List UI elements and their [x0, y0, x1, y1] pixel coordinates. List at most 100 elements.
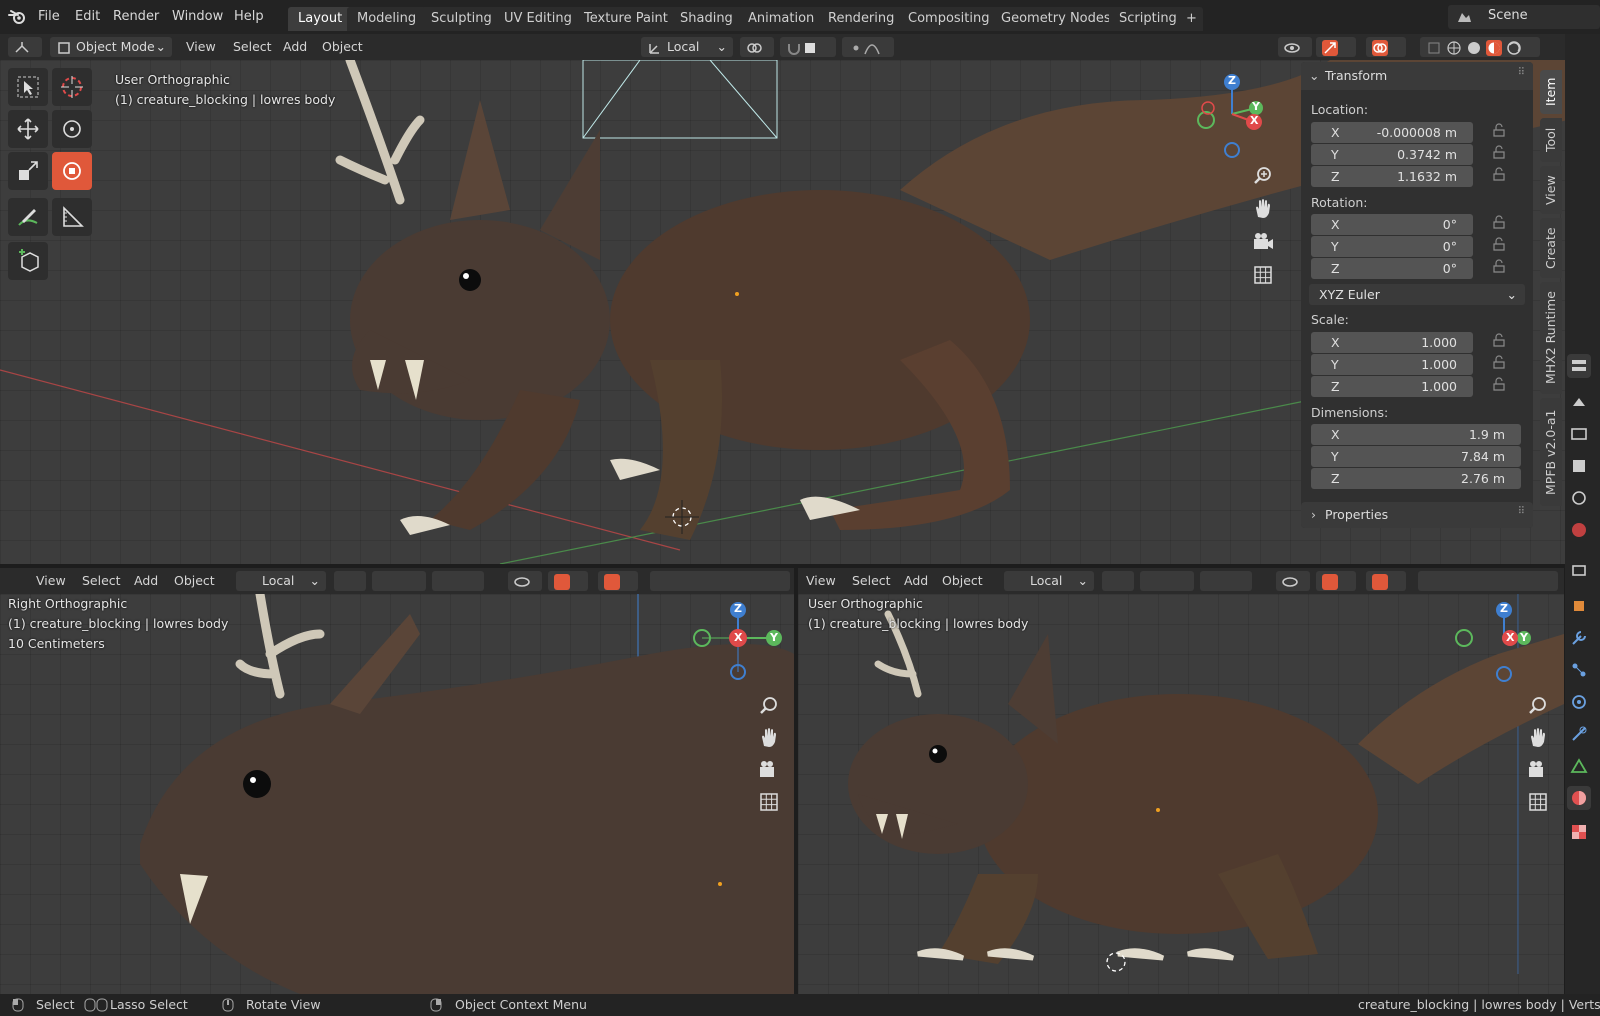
rotation-y-field[interactable]: Y 0°: [1311, 236, 1473, 257]
proportional-edit-button[interactable]: [432, 571, 484, 591]
menu-render[interactable]: Render: [113, 0, 159, 34]
transform-orientation-dropdown[interactable]: Local ⌄: [641, 37, 733, 57]
scale-tool[interactable]: [8, 152, 48, 190]
world-properties-icon[interactable]: [1567, 518, 1591, 542]
mode-dropdown[interactable]: Object Mode ⌄: [50, 37, 172, 57]
camera-view-button[interactable]: [1524, 756, 1552, 784]
tab-tool[interactable]: Tool: [1540, 118, 1562, 162]
tab-animation[interactable]: Animation: [738, 7, 825, 31]
proportional-edit-button[interactable]: [842, 37, 894, 57]
pivot-point-button[interactable]: [1102, 571, 1134, 591]
menu-select[interactable]: Select: [82, 571, 121, 591]
move-tool[interactable]: [8, 110, 48, 148]
tab-create[interactable]: Create: [1540, 218, 1562, 278]
menu-view[interactable]: View: [36, 571, 66, 591]
tab-texture-paint[interactable]: Texture Paint: [574, 7, 678, 31]
tab-sculpting[interactable]: Sculpting: [421, 7, 502, 31]
menu-select[interactable]: Select: [233, 37, 272, 57]
pan-button[interactable]: [1249, 195, 1277, 223]
menu-view[interactable]: View: [806, 571, 836, 591]
constraint-properties-icon[interactable]: [1567, 722, 1591, 746]
pivot-point-button[interactable]: [334, 571, 366, 591]
menu-view[interactable]: View: [186, 37, 216, 57]
bottom-right-viewport[interactable]: User Orthographic (1) creature_blocking …: [798, 594, 1564, 994]
output-properties-icon[interactable]: [1567, 422, 1591, 446]
scene-selector[interactable]: Scene: [1448, 5, 1600, 29]
tab-geometry-nodes[interactable]: Geometry Nodes: [991, 7, 1121, 31]
rotation-x-field[interactable]: X 0°: [1311, 214, 1473, 235]
transform-orientation-dropdown[interactable]: Local ⌄: [1004, 571, 1094, 591]
tab-compositing[interactable]: Compositing: [898, 7, 1000, 31]
gizmo-toggle-button[interactable]: [1316, 37, 1356, 57]
overlays-button[interactable]: [598, 571, 638, 591]
transform-orientation-dropdown[interactable]: Local ⌄: [236, 571, 326, 591]
drag-handle-icon[interactable]: ⠿: [1518, 67, 1525, 78]
tab-modeling[interactable]: Modeling: [347, 7, 427, 31]
menu-object[interactable]: Object: [942, 571, 983, 591]
pivot-point-button[interactable]: [740, 37, 774, 57]
gizmo-toggle-button[interactable]: [548, 571, 588, 591]
zoom-button[interactable]: [1249, 162, 1277, 190]
scale-x-field[interactable]: X 1.000: [1311, 332, 1473, 353]
menu-add[interactable]: Add: [134, 571, 158, 591]
location-z-field[interactable]: Z 1.1632 m: [1311, 166, 1473, 187]
overlays-button[interactable]: [1366, 571, 1406, 591]
menu-add[interactable]: Add: [283, 37, 307, 57]
shading-mode-buttons[interactable]: [1418, 571, 1558, 591]
camera-view-button[interactable]: [1249, 228, 1277, 256]
measure-tool[interactable]: [52, 198, 92, 236]
tab-rendering[interactable]: Rendering: [818, 7, 905, 31]
scale-z-field[interactable]: Z 1.000: [1311, 376, 1473, 397]
menu-select[interactable]: Select: [852, 571, 891, 591]
scale-y-field[interactable]: Y 1.000: [1311, 354, 1473, 375]
overlays-button[interactable]: [1366, 37, 1406, 57]
add-cube-tool[interactable]: [8, 242, 48, 280]
rotation-z-field[interactable]: Z 0°: [1311, 258, 1473, 279]
menu-help[interactable]: Help: [234, 0, 264, 34]
menu-object[interactable]: Object: [174, 571, 215, 591]
tab-mhx2-runtime[interactable]: MHX2 Runtime: [1540, 282, 1562, 394]
object-properties-icon[interactable]: [1567, 594, 1591, 618]
transform-panel-header[interactable]: ⌄ Transform ⠿: [1301, 62, 1533, 90]
tab-scripting[interactable]: Scripting: [1109, 7, 1187, 31]
menu-window[interactable]: Window: [172, 0, 223, 34]
blender-logo-icon[interactable]: [8, 9, 26, 25]
zoom-button[interactable]: [755, 692, 783, 720]
menu-file[interactable]: File: [38, 0, 60, 34]
pan-button[interactable]: [755, 724, 783, 752]
perspective-toggle-button[interactable]: [1249, 261, 1277, 289]
snap-button[interactable]: [780, 37, 836, 57]
tab-view[interactable]: View: [1540, 166, 1562, 214]
proportional-edit-button[interactable]: [1200, 571, 1252, 591]
camera-view-button[interactable]: [755, 756, 783, 784]
texture-properties-icon[interactable]: [1567, 820, 1591, 844]
drag-handle-icon[interactable]: ⠿: [1518, 506, 1525, 517]
menu-edit[interactable]: Edit: [75, 0, 100, 34]
transform-tool[interactable]: [52, 152, 92, 190]
select-box-tool[interactable]: [8, 68, 48, 106]
tab-uv-editing[interactable]: UV Editing: [494, 7, 582, 31]
perspective-toggle-button[interactable]: [755, 788, 783, 816]
menu-object[interactable]: Object: [322, 37, 363, 57]
gizmo-toggle-button[interactable]: [1316, 571, 1356, 591]
menu-add[interactable]: Add: [904, 571, 928, 591]
material-properties-icon[interactable]: [1567, 786, 1591, 810]
snap-button[interactable]: [372, 571, 426, 591]
annotate-tool[interactable]: [8, 198, 48, 236]
location-y-field[interactable]: Y 0.3742 m: [1311, 144, 1473, 165]
cursor-tool[interactable]: [52, 68, 92, 106]
editor-type-button[interactable]: [8, 37, 42, 57]
properties-panel-header[interactable]: › Properties ⠿: [1301, 502, 1533, 528]
rotate-tool[interactable]: [52, 110, 92, 148]
visibility-button[interactable]: [508, 571, 542, 591]
visibility-button[interactable]: [1276, 571, 1310, 591]
add-workspace-button[interactable]: +: [1180, 7, 1203, 31]
tab-shading[interactable]: Shading: [670, 7, 743, 31]
physics-properties-icon[interactable]: [1567, 690, 1591, 714]
perspective-toggle-button[interactable]: [1524, 788, 1552, 816]
location-x-field[interactable]: X -0.000008 m: [1311, 122, 1473, 143]
scene-properties-icon[interactable]: [1567, 486, 1591, 510]
shading-mode-buttons[interactable]: [1420, 37, 1540, 57]
collection-properties-icon[interactable]: [1567, 558, 1591, 582]
modifier-properties-icon[interactable]: [1567, 626, 1591, 650]
